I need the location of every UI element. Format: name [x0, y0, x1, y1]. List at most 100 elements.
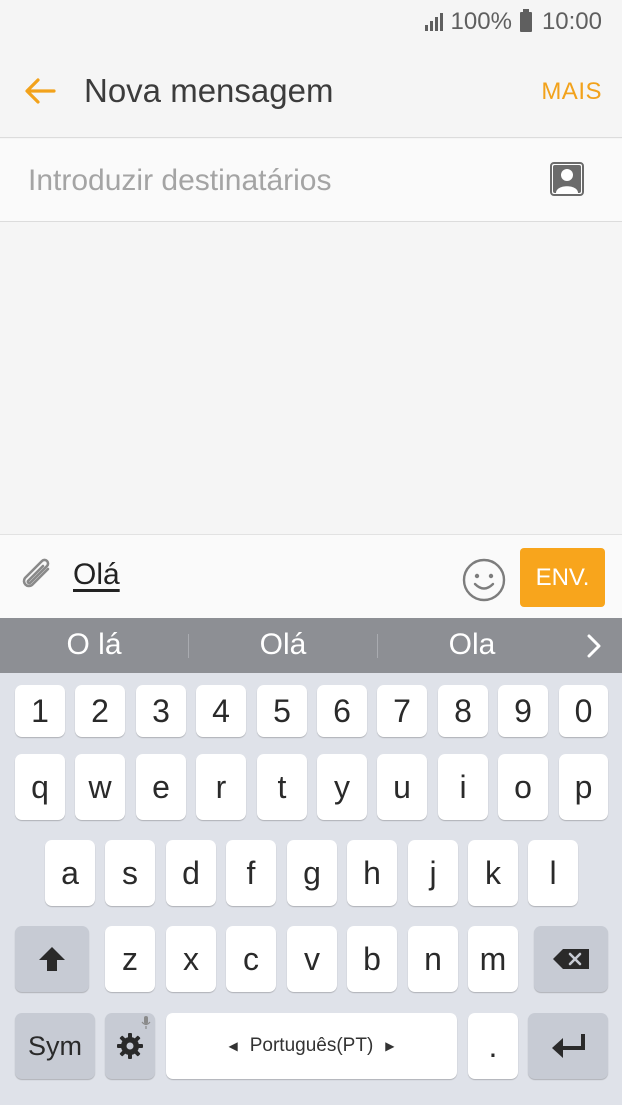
key-n[interactable]: n [408, 926, 458, 992]
key-label: x [183, 941, 199, 977]
key-1[interactable]: 1 [15, 685, 65, 737]
key-c[interactable]: c [226, 926, 276, 992]
key-6[interactable]: 6 [317, 685, 367, 737]
key-label: l [549, 855, 557, 891]
key-l[interactable]: l [528, 840, 578, 906]
back-arrow-icon [25, 78, 56, 104]
key-x[interactable]: x [166, 926, 216, 992]
key-label: a [61, 855, 79, 891]
key-j[interactable]: j [408, 840, 458, 906]
backspace-key[interactable] [534, 926, 608, 992]
suggestion-item[interactable]: O lá [24, 628, 164, 662]
key-label: i [459, 769, 467, 805]
mic-icon [141, 1016, 151, 1029]
emoji-button[interactable] [461, 557, 507, 603]
key-label: r [215, 769, 227, 805]
space-key-label-group: ◀ Português(PT) ▶ [228, 1035, 394, 1057]
paperclip-icon [22, 558, 50, 588]
attach-button[interactable] [18, 557, 58, 597]
suggestion-item[interactable]: Olá [213, 628, 353, 662]
key-r[interactable]: r [196, 754, 246, 820]
suggestions-expand-button[interactable] [584, 632, 604, 660]
contact-icon [550, 162, 584, 196]
key-8[interactable]: 8 [438, 685, 488, 737]
key-u[interactable]: u [377, 754, 427, 820]
key-label: b [363, 941, 381, 977]
chevron-right-icon [587, 634, 601, 658]
key-label: 7 [393, 693, 411, 729]
key-label: m [479, 941, 507, 977]
key-2[interactable]: 2 [75, 685, 125, 737]
contact-picker-button[interactable] [550, 162, 584, 196]
key-label: t [277, 769, 287, 805]
key-g[interactable]: g [287, 840, 337, 906]
key-label: 1 [31, 693, 49, 729]
send-button[interactable]: ENV. [520, 548, 605, 607]
key-label: z [122, 941, 138, 977]
suggestion-bar: O lá Olá Ola [0, 618, 622, 673]
key-t[interactable]: t [257, 754, 307, 820]
sym-key[interactable]: Sym [15, 1013, 95, 1079]
key-label: e [152, 769, 170, 805]
key-k[interactable]: k [468, 840, 518, 906]
key-label: d [182, 855, 200, 891]
key-label: 5 [273, 693, 291, 729]
key-p[interactable]: p [559, 754, 608, 820]
settings-key[interactable] [105, 1013, 155, 1079]
keyboard-language-label: Português(PT) [249, 1035, 374, 1056]
key-7[interactable]: 7 [377, 685, 427, 737]
shift-key[interactable] [15, 926, 89, 992]
key-label: g [303, 855, 321, 891]
recipient-input[interactable] [28, 161, 508, 201]
key-z[interactable]: z [105, 926, 155, 992]
suggestion-divider [188, 634, 189, 658]
keyboard: 1 2 3 4 5 6 7 8 9 0 q w e r t y u i o p … [0, 673, 622, 1105]
key-h[interactable]: h [347, 840, 397, 906]
period-key[interactable]: . [468, 1013, 518, 1079]
battery-percent: 100% [450, 8, 512, 35]
space-key[interactable]: ◀ Português(PT) ▶ [166, 1013, 457, 1079]
key-a[interactable]: a [45, 840, 95, 906]
key-4[interactable]: 4 [196, 685, 246, 737]
key-d[interactable]: d [166, 840, 216, 906]
key-q[interactable]: q [15, 754, 65, 820]
message-area [0, 222, 622, 534]
key-m[interactable]: m [468, 926, 518, 992]
key-label: Sym [28, 1030, 82, 1061]
key-e[interactable]: e [136, 754, 186, 820]
more-button[interactable]: MAIS [541, 78, 602, 106]
suggestion-item[interactable]: Ola [402, 628, 542, 662]
app-bar: Nova mensagem MAIS [0, 44, 622, 138]
key-label: f [246, 855, 256, 891]
key-label: h [363, 855, 381, 891]
back-button[interactable] [18, 68, 64, 114]
left-triangle-icon: ◀ [228, 1039, 238, 1053]
key-5[interactable]: 5 [257, 685, 307, 737]
key-9[interactable]: 9 [498, 685, 548, 737]
key-3[interactable]: 3 [136, 685, 186, 737]
key-w[interactable]: w [75, 754, 125, 820]
key-label: q [31, 769, 49, 805]
page-title: Nova mensagem [84, 72, 334, 109]
key-f[interactable]: f [226, 840, 276, 906]
key-label: 0 [574, 693, 593, 729]
key-label: n [424, 941, 442, 977]
key-b[interactable]: b [347, 926, 397, 992]
recipient-row [0, 139, 622, 222]
message-input[interactable]: Olá [73, 558, 120, 592]
emoji-icon [462, 558, 506, 602]
enter-key[interactable] [528, 1013, 608, 1079]
shift-icon [39, 947, 65, 971]
key-o[interactable]: o [498, 754, 548, 820]
key-s[interactable]: s [105, 840, 155, 906]
key-label: 2 [91, 693, 109, 729]
suggestion-divider [377, 634, 378, 658]
backspace-icon [553, 949, 589, 969]
key-y[interactable]: y [317, 754, 367, 820]
key-label: s [122, 855, 138, 891]
key-v[interactable]: v [287, 926, 337, 992]
key-label: o [514, 769, 532, 805]
key-0[interactable]: 0 [559, 685, 608, 737]
key-i[interactable]: i [438, 754, 488, 820]
key-label: 3 [152, 693, 170, 729]
